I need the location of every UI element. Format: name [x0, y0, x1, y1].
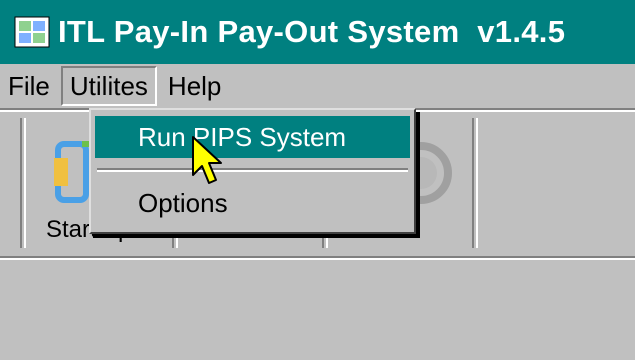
- toolbar-separator: [20, 118, 26, 248]
- menu-file[interactable]: File: [0, 66, 59, 106]
- window-title: ITL Pay-In Pay-Out System v1.4.5: [58, 14, 566, 49]
- menu-item-options[interactable]: Options: [95, 182, 410, 224]
- menu-item-run-pips-system[interactable]: Run PIPS System: [95, 116, 410, 158]
- cursor-arrow-icon: [192, 136, 222, 184]
- menu-utilities[interactable]: Utilites: [60, 66, 157, 106]
- app-icon: [14, 16, 50, 48]
- menu-separator: [97, 168, 408, 172]
- toolbar-separator: [472, 118, 478, 248]
- toolbar-bottom-edge: [0, 256, 635, 260]
- utilities-dropdown-menu: Run PIPS System Options: [89, 108, 416, 234]
- menu-help[interactable]: Help: [159, 66, 230, 106]
- menu-bar: File Utilites Help: [0, 64, 635, 108]
- title-bar[interactable]: ITL Pay-In Pay-Out System v1.4.5: [0, 0, 635, 64]
